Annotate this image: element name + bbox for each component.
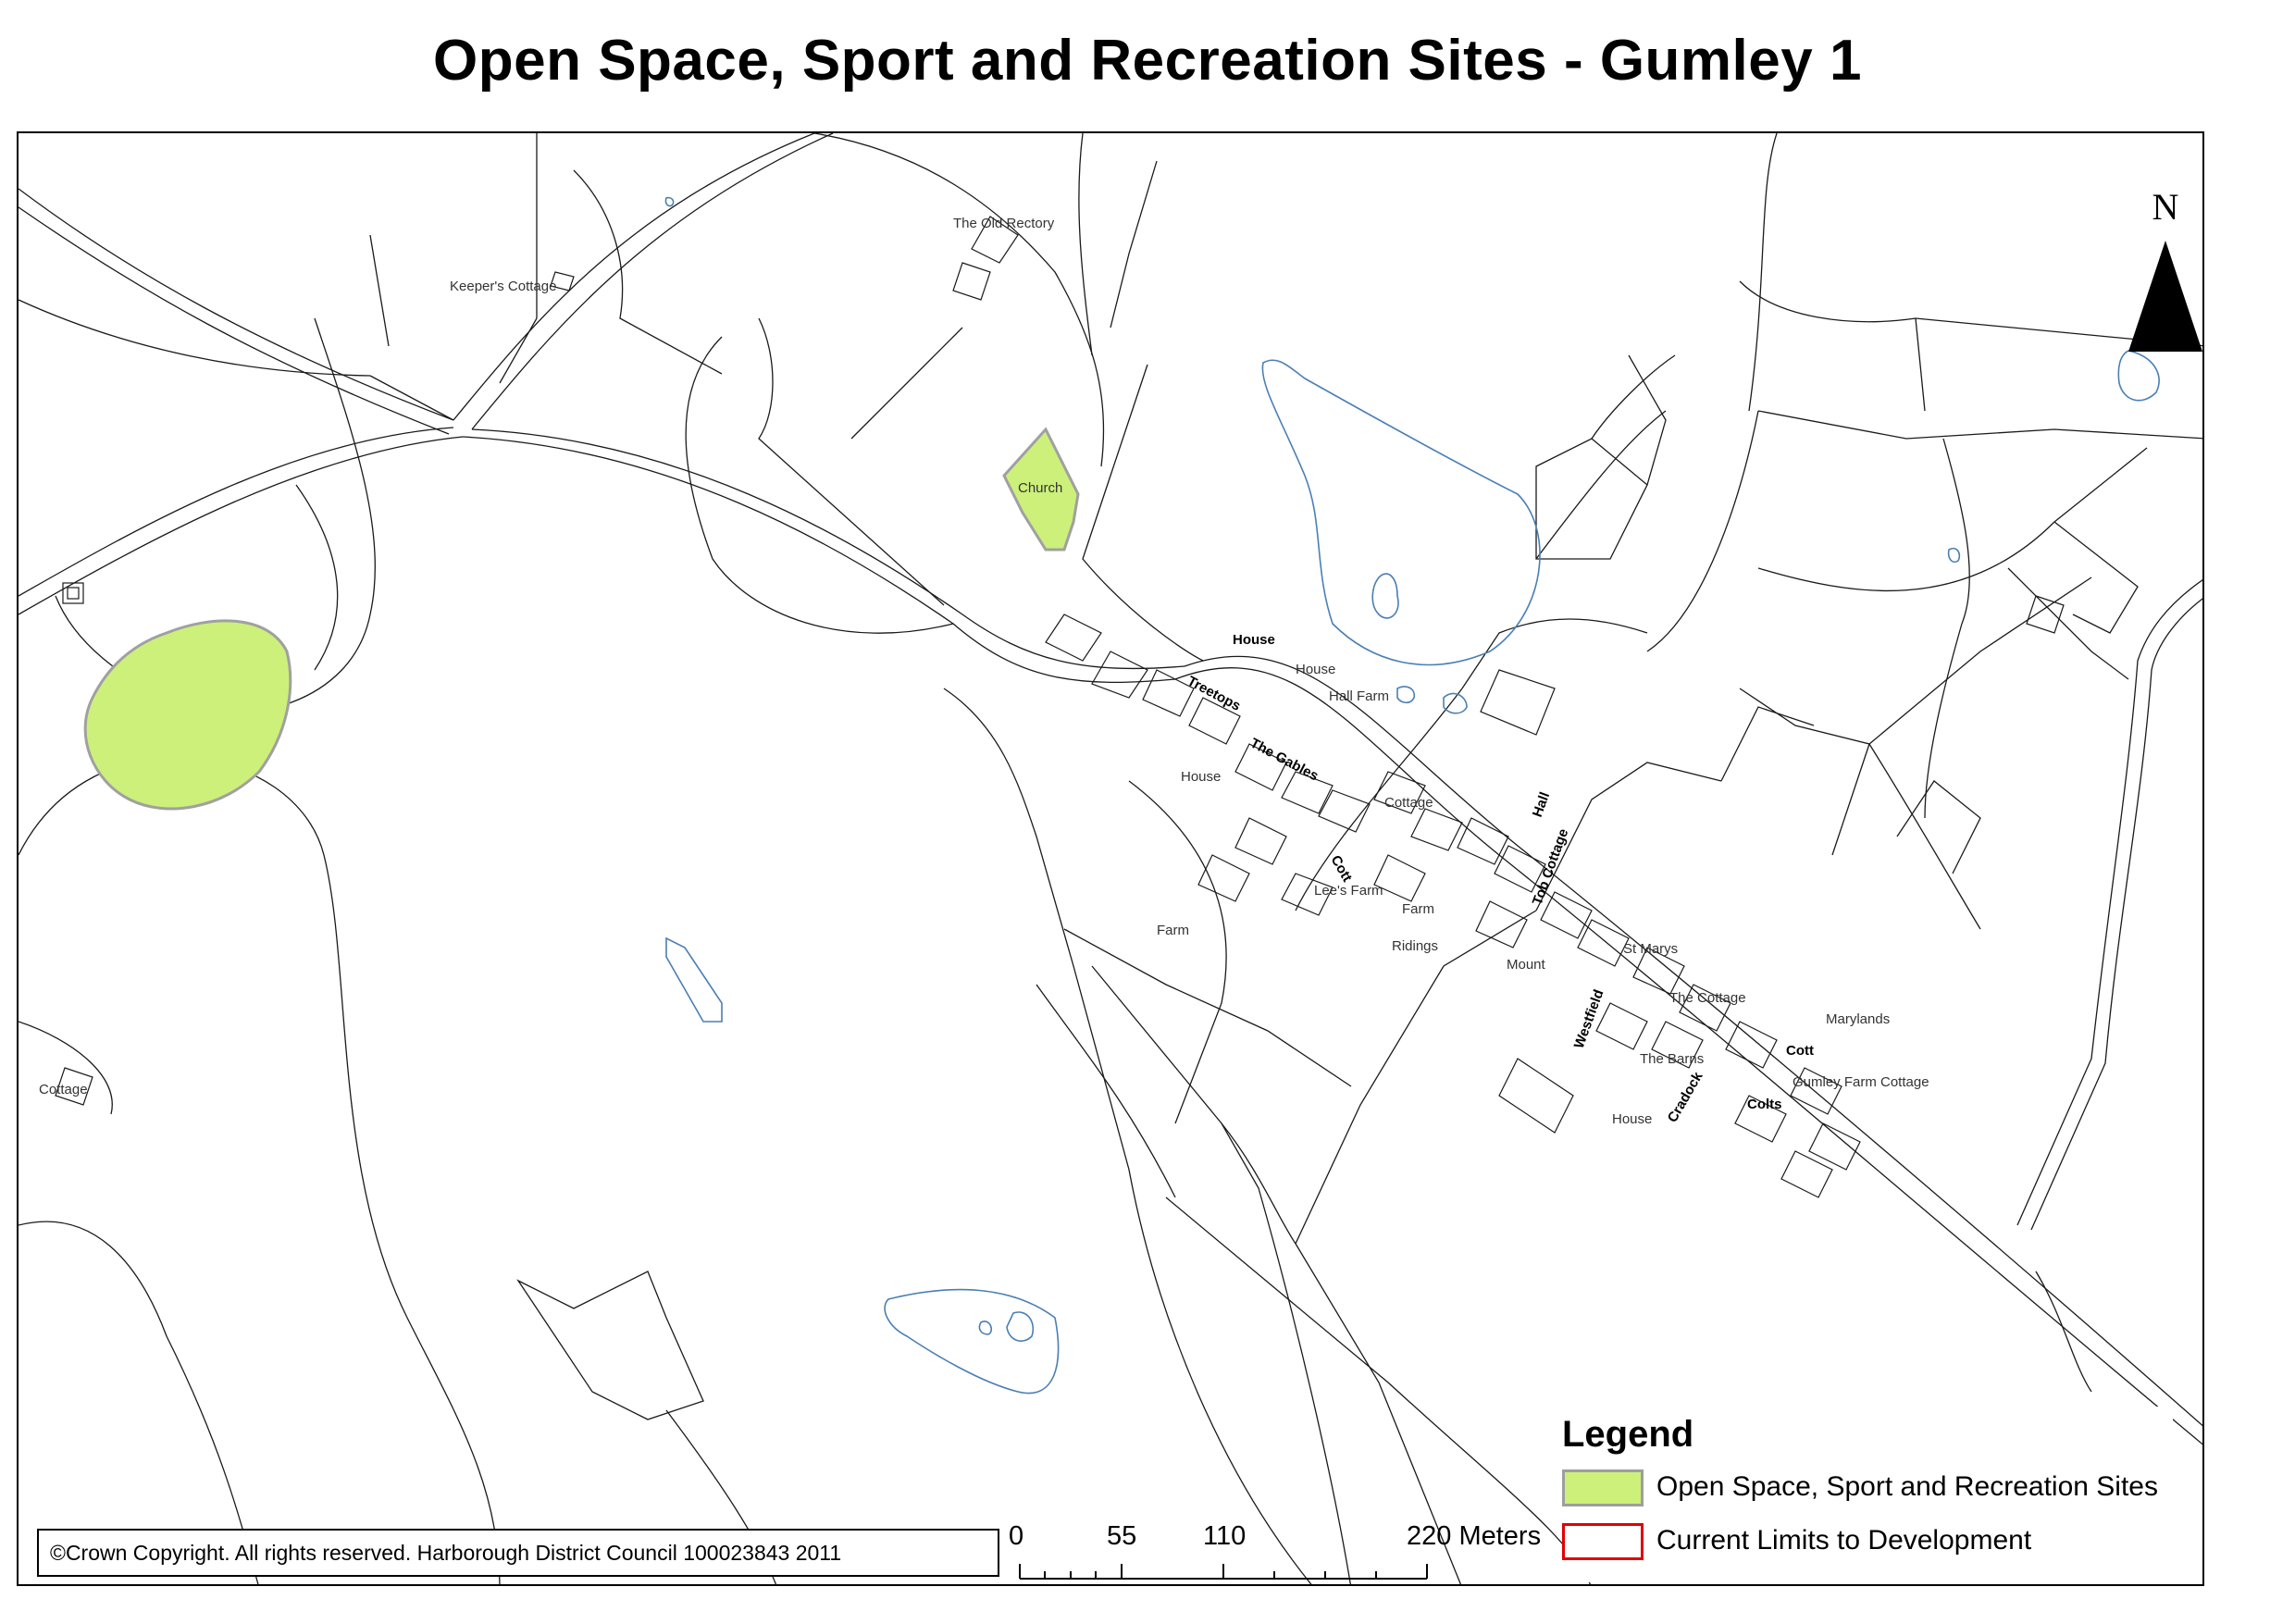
map-label: House xyxy=(1181,769,1221,785)
map-label: Keeper's Cottage xyxy=(450,279,556,294)
legend-label-development-limits: Current Limits to Development xyxy=(1656,1525,2032,1556)
map-label: Ridings xyxy=(1392,938,1438,954)
building-footprints xyxy=(55,216,2065,1198)
map-label: Cott xyxy=(1786,1043,1814,1059)
field-boundaries xyxy=(19,133,2202,1584)
map-label: The Old Rectory xyxy=(953,216,1055,231)
map-label: The Cottage xyxy=(1669,990,1746,1006)
legend-item-development-limits: Current Limits to Development xyxy=(1562,1521,2173,1562)
map-label: St Marys xyxy=(1623,941,1678,957)
open-space-sites[interactable] xyxy=(83,427,1080,811)
map-label: Marylands xyxy=(1826,1011,1890,1027)
map-canvas[interactable]: The Old Rectory Keeper's Cottage Church Hou… xyxy=(19,133,2204,1586)
legend-swatch-development-limits xyxy=(1562,1523,1644,1560)
map-title: Open Space, Sport and Recreation Sites -… xyxy=(433,29,1862,93)
map-label: Treetops xyxy=(1185,674,1243,714)
scale-bar-ticks xyxy=(1019,1564,1428,1580)
map-frame[interactable]: The Old Rectory Keeper's Cottage Church Hou… xyxy=(17,131,2204,1586)
map-label: Cradock xyxy=(1665,1069,1706,1125)
legend-swatch-open-space xyxy=(1562,1469,1644,1506)
map-label: Cottage xyxy=(1384,795,1433,811)
map-label: Farm xyxy=(1402,901,1434,917)
map-label: Farm xyxy=(1157,923,1189,938)
map-label: Gumley Farm Cottage xyxy=(1793,1074,1929,1090)
legend: Legend Open Space, Sport and Recreation … xyxy=(1562,1407,2173,1582)
map-label: Mount xyxy=(1507,957,1546,973)
legend-title: Legend xyxy=(1562,1414,1694,1455)
map-label: Hall xyxy=(1530,790,1553,820)
scale-bar: 0 55 110 220 Meters xyxy=(1009,1518,1545,1592)
map-label: House xyxy=(1233,632,1275,648)
map-labels: The Old Rectory Keeper's Cottage Church Hou… xyxy=(39,216,1929,1127)
map-label: The Barns xyxy=(1640,1051,1704,1067)
map-label: House xyxy=(1612,1111,1652,1127)
map-label: The Gables xyxy=(1247,736,1321,785)
open-space-site-field[interactable] xyxy=(83,619,292,811)
map-label: House xyxy=(1296,662,1335,677)
map-label: Cott xyxy=(1328,853,1356,885)
north-arrow: N xyxy=(2119,185,2212,370)
legend-label-open-space: Open Space, Sport and Recreation Sites xyxy=(1656,1471,2158,1502)
legend-item-open-space: Open Space, Sport and Recreation Sites xyxy=(1562,1468,2173,1508)
map-label: Colts xyxy=(1747,1097,1782,1112)
map-label: Cottage xyxy=(39,1082,88,1097)
map-label: Tob Cottage xyxy=(1530,826,1572,907)
copyright-notice: ©Crown Copyright. All rights reserved. H… xyxy=(37,1529,999,1577)
map-label: Westfield xyxy=(1571,987,1607,1050)
map-label: Church xyxy=(1018,480,1062,496)
north-arrow-icon xyxy=(2128,241,2202,352)
map-label: Lee's Farm xyxy=(1314,883,1383,899)
map-label: Hall Farm xyxy=(1329,688,1389,704)
